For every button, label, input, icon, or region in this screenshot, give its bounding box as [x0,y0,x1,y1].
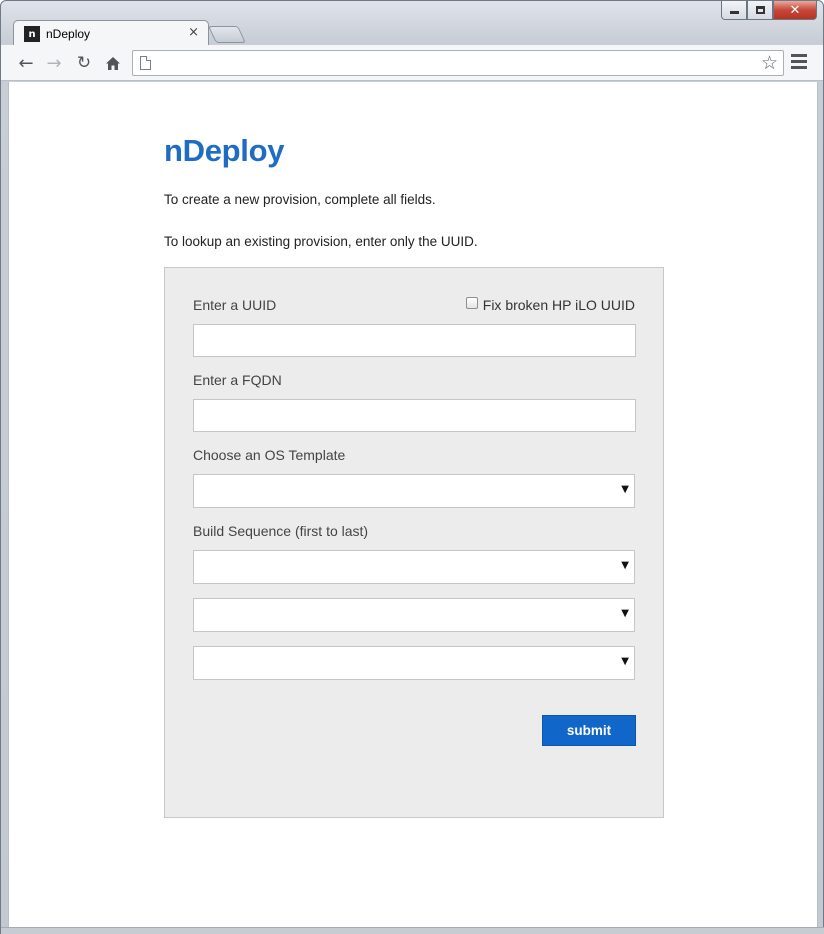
maximize-icon [755,6,765,14]
fix-uuid-checkbox-label[interactable]: Fix broken HP iLO UUID [483,297,635,313]
fix-uuid-checkbox-group[interactable]: Fix broken HP iLO UUID [465,297,635,313]
intro-create-text: To create a new provision, complete all … [164,192,436,207]
title-bar: n nDeploy × ✕ [1,1,823,46]
star-icon[interactable]: ☆ [761,52,778,74]
tab-close-icon[interactable]: × [188,25,199,40]
uuid-input[interactable] [193,324,636,357]
back-icon[interactable]: ← [15,52,37,74]
os-template-select[interactable]: ▼ [193,474,635,508]
address-bar[interactable]: ☆ [132,50,784,76]
forward-icon[interactable]: → [43,52,65,74]
new-tab-button[interactable] [208,26,246,43]
page-viewport: nDeploy To create a new provision, compl… [8,82,818,927]
browser-window: n nDeploy × ✕ ← → ↻ ☆ nDeploy To create … [0,0,824,934]
provision-form: Enter a UUID Fix broken HP iLO UUID Ente… [164,267,664,818]
submit-button[interactable]: submit [542,715,636,746]
fqdn-label: Enter a FQDN [193,372,282,388]
dropdown-arrow-icon: ▼ [621,656,629,667]
fix-uuid-checkbox[interactable] [465,297,478,309]
tab-ndeploy[interactable]: n nDeploy × [13,20,209,46]
close-icon: ✕ [789,2,801,18]
build-sequence-select-2[interactable]: ▼ [193,598,635,632]
minimize-button[interactable] [721,1,747,20]
build-sequence-select-1[interactable]: ▼ [193,550,635,584]
page-title: nDeploy [164,133,285,168]
page-icon [140,56,151,70]
intro-lookup-text: To lookup an existing provision, enter o… [164,234,478,249]
menu-line [791,60,807,63]
menu-line [791,54,807,57]
minimize-icon [729,11,739,14]
browser-toolbar: ← → ↻ ☆ [1,45,823,81]
dropdown-arrow-icon: ▼ [621,608,629,619]
build-sequence-label: Build Sequence (first to last) [193,523,369,539]
build-sequence-select-3[interactable]: ▼ [193,646,635,680]
window-bottom-border [1,927,824,934]
menu-icon[interactable] [791,54,807,72]
home-glyph [106,56,120,70]
reload-icon[interactable]: ↻ [73,52,95,74]
window-controls: ✕ [721,1,817,20]
menu-line [791,66,807,69]
os-template-label: Choose an OS Template [193,447,346,463]
dropdown-arrow-icon: ▼ [621,484,629,495]
close-window-button[interactable]: ✕ [773,1,817,20]
maximize-button[interactable] [747,1,773,20]
dropdown-arrow-icon: ▼ [621,560,629,571]
fqdn-input[interactable] [193,399,636,432]
uuid-label: Enter a UUID [193,297,277,313]
ndeploy-favicon-icon: n [24,26,40,42]
home-icon[interactable] [102,52,124,74]
tab-title: nDeploy [46,27,91,41]
